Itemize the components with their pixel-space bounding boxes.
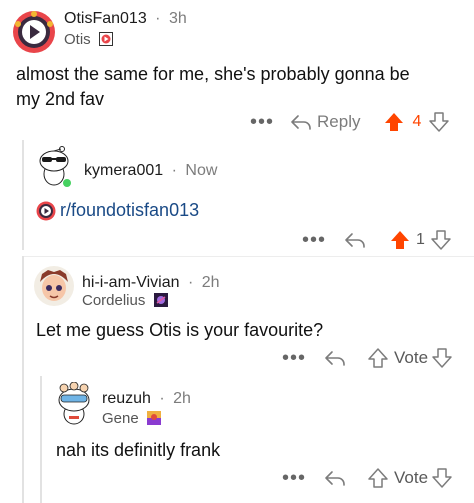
reply-arrow-icon	[345, 233, 365, 248]
separator: ·	[187, 274, 194, 291]
downvote-icon	[431, 230, 451, 250]
downvote-button[interactable]	[429, 112, 450, 132]
separator: ·	[171, 162, 177, 179]
comment-actions: ••• Vote	[282, 346, 452, 370]
otis-avatar-icon	[13, 11, 55, 53]
vote-label: Vote	[394, 468, 429, 487]
upvote-icon	[391, 231, 410, 249]
username[interactable]: OtisFan013	[64, 10, 147, 27]
username[interactable]: hi-i-am-Vivian	[82, 274, 180, 291]
avatar[interactable]	[34, 146, 76, 188]
upvote-button[interactable]	[384, 112, 404, 132]
divider	[24, 256, 474, 257]
snoo-avatar-icon	[58, 382, 90, 425]
username[interactable]: reuzuh	[102, 390, 151, 407]
otis-flair-icon	[98, 32, 113, 46]
comment-body: almost the same for me, she's probably g…	[16, 62, 466, 112]
comment-body: Let me guess Otis is your favourite?	[36, 320, 324, 340]
upvote-icon	[385, 113, 404, 131]
flair-text: Otis	[64, 31, 91, 48]
avatar[interactable]	[52, 382, 96, 426]
thread-line[interactable]	[22, 140, 24, 250]
comment-actions: ••• Reply 4	[250, 110, 450, 134]
timestamp: Now	[185, 162, 218, 179]
comment-header: reuzuh · 2h	[102, 390, 191, 408]
reply-button[interactable]	[344, 231, 366, 249]
gene-flair-icon	[146, 411, 161, 425]
subreddit-icon	[36, 201, 56, 220]
downvote-button[interactable]	[432, 468, 452, 488]
cordelius-avatar-icon	[40, 270, 68, 301]
downvote-icon	[432, 348, 452, 368]
vote-label: Vote	[394, 348, 429, 367]
user-flair: Otis	[64, 31, 113, 48]
score: 1	[416, 231, 425, 248]
reply-arrow-icon	[325, 471, 345, 486]
comment-actions: ••• 1	[302, 228, 451, 252]
comment-actions: ••• Vote	[282, 466, 452, 490]
upvote-button[interactable]	[368, 348, 388, 368]
comment-body: nah its definitly frank	[56, 440, 221, 460]
score: 4	[412, 113, 422, 130]
more-icon[interactable]: •••	[282, 468, 306, 488]
upvote-button[interactable]	[368, 468, 388, 488]
comment-header: hi-i-am-Vivian · 2h	[82, 274, 220, 292]
more-icon[interactable]: •••	[250, 112, 274, 132]
user-flair: Gene	[102, 410, 161, 427]
flair-text: Gene	[102, 410, 139, 427]
cordelius-flair-icon	[153, 293, 168, 307]
username[interactable]: kymera001	[84, 162, 163, 179]
more-icon[interactable]: •••	[302, 230, 326, 250]
comment-body-line: almost the same for me, she's probably g…	[16, 64, 410, 84]
flair-text: Cordelius	[82, 292, 146, 309]
timestamp: 2h	[201, 274, 220, 291]
downvote-icon	[432, 468, 452, 488]
upvote-icon	[368, 468, 388, 488]
separator: ·	[159, 390, 165, 407]
comment-header: OtisFan013 · 3h	[64, 10, 187, 28]
reply-button[interactable]	[324, 469, 346, 487]
avatar[interactable]	[34, 266, 74, 306]
timestamp: 3h	[168, 10, 187, 27]
reply-button[interactable]: Reply	[290, 112, 360, 132]
reply-label: Reply	[317, 112, 361, 131]
user-flair: Cordelius	[82, 292, 168, 309]
reply-arrow-icon	[291, 115, 311, 130]
snoo-avatar-icon	[39, 146, 71, 187]
downvote-button[interactable]	[432, 348, 452, 368]
downvote-icon	[429, 112, 450, 132]
thread-line[interactable]	[22, 256, 24, 503]
thread-line[interactable]	[40, 376, 42, 503]
subreddit-link-text[interactable]: r/foundotisfan013	[60, 200, 199, 221]
avatar[interactable]	[12, 10, 56, 54]
upvote-icon	[368, 348, 388, 368]
downvote-button[interactable]	[431, 230, 451, 250]
reply-button[interactable]	[324, 349, 346, 367]
separator: ·	[155, 10, 161, 27]
reply-arrow-icon	[325, 351, 345, 366]
subreddit-link[interactable]: r/foundotisfan013	[36, 200, 199, 221]
timestamp: 2h	[173, 390, 191, 407]
upvote-button[interactable]	[390, 230, 410, 250]
comment-header: kymera001 · Now	[84, 162, 217, 180]
more-icon[interactable]: •••	[282, 348, 306, 368]
comment-body-line: my 2nd fav	[16, 89, 105, 109]
